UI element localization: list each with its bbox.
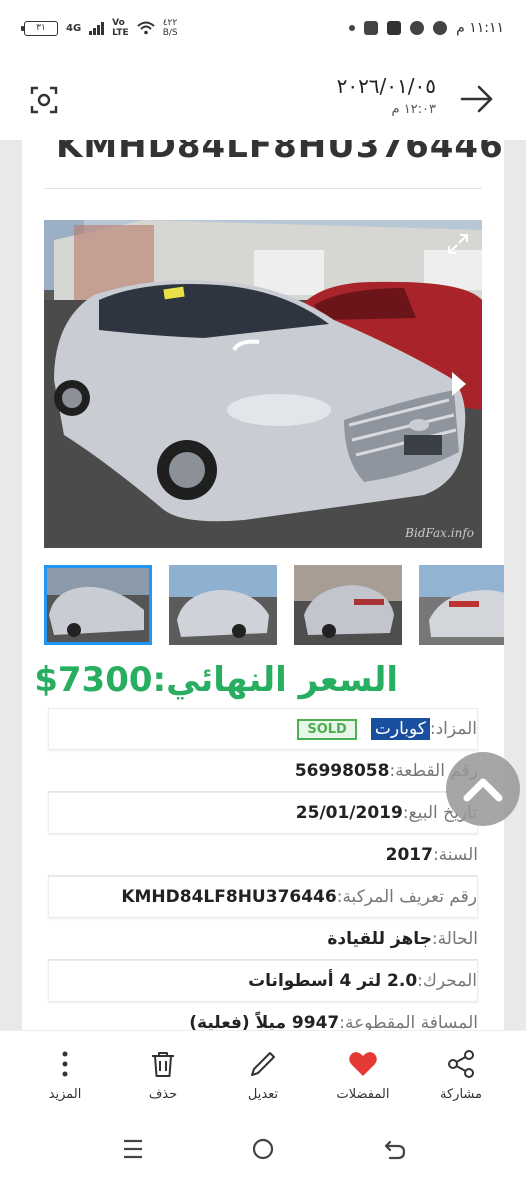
main-car-photo[interactable]: BidFax.info <box>44 220 482 548</box>
notification-dot-icon <box>349 25 356 31</box>
row-value: 56998058 <box>294 760 390 781</box>
lens-scan-icon[interactable] <box>30 86 58 114</box>
more-button[interactable]: المزيد <box>20 1049 110 1102</box>
battery-level: ٣١ <box>36 23 46 33</box>
thumbnail-2[interactable] <box>169 565 277 645</box>
chevron-up-icon <box>463 778 503 802</box>
scroll-to-top-button[interactable] <box>446 752 520 826</box>
row-lot-number: رقم القطعة: 56998058 <box>48 750 478 792</box>
date-text: ٢٠٢٦/٠١/٠٥ <box>336 74 436 98</box>
volte-top: Vo <box>112 18 125 28</box>
share-icon <box>448 1050 474 1078</box>
row-value: 2.0 لتر 4 أسطوانات <box>248 971 418 991</box>
row-year: السنة: 2017 <box>48 834 478 876</box>
pencil-icon <box>251 1052 275 1076</box>
more-vertical-icon <box>62 1051 68 1077</box>
final-price-value: $7300 <box>34 660 153 700</box>
trash-icon <box>152 1052 174 1077</box>
app-bar: ٢٠٢٦/٠١/٠٥ ١٢:٠٣ م <box>0 60 526 140</box>
clock: ١١:١١ م <box>456 20 504 36</box>
details-list: المزاد: كوبارت SOLD رقم القطعة: 56998058… <box>48 708 478 1030</box>
row-value: جاهز للقيادة <box>327 928 432 949</box>
speed-value: ٤٢٢ <box>162 18 178 28</box>
listing-card: KMHD84LF8HU376446 BidFax.info السعر النه… <box>22 140 504 1030</box>
row-label: السنة: <box>432 844 478 865</box>
row-label: المسافة المقطوعة: <box>339 1012 478 1031</box>
time-text: ١٢:٠٣ م <box>391 102 437 117</box>
row-engine: المحرك: 2.0 لتر 4 أسطوانات <box>48 960 478 1002</box>
row-label: رقم تعريف المركبة: <box>336 887 477 907</box>
sim-icon <box>364 21 379 35</box>
row-value: KMHD84LF8HU376446 <box>121 887 337 907</box>
row-label: المزاد: <box>429 719 477 739</box>
photo-watermark: BidFax.info <box>405 526 474 540</box>
final-price-label: السعر النهائي: <box>152 660 398 700</box>
row-sale-date: تاريخ البيع: 25/01/2019 <box>48 792 478 834</box>
row-vin: رقم تعريف المركبة: KMHD84LF8HU376446 <box>48 876 478 918</box>
volte-indicator: Vo LTE <box>112 18 129 38</box>
photo-thumbnails <box>44 565 504 645</box>
expand-icon[interactable] <box>446 232 470 256</box>
car-photo-illustration <box>44 220 482 548</box>
network-type: 4G <box>66 22 82 34</box>
status-left: ٣١ 4G Vo LTE ٤٢٢ B/S <box>21 18 178 38</box>
delete-button[interactable]: حذف <box>118 1049 208 1102</box>
sold-badge: SOLD <box>297 718 357 740</box>
volte-bottom: LTE <box>112 28 129 38</box>
signal-icon <box>89 21 105 35</box>
share-label: مشاركة <box>440 1087 482 1102</box>
divider <box>44 188 482 189</box>
favorites-button[interactable]: المفضلات <box>318 1049 408 1102</box>
whatsapp-icon <box>433 21 448 35</box>
wifi-icon <box>137 21 155 35</box>
screenshot-content: KMHD84LF8HU376446 BidFax.info السعر النه… <box>0 140 526 1030</box>
battery-icon: ٣١ <box>21 20 58 36</box>
heart-icon <box>349 1052 377 1076</box>
thumbnail-4[interactable] <box>419 565 504 645</box>
tiktok-icon <box>387 21 402 35</box>
vin-heading: KMHD84LF8HU376446 <box>56 140 504 166</box>
data-speed: ٤٢٢ B/S <box>163 18 178 38</box>
back-arrow-icon[interactable] <box>460 82 494 116</box>
favorites-label: المفضلات <box>336 1087 390 1102</box>
recent-apps-icon[interactable] <box>120 1136 146 1162</box>
status-bar: ٣١ 4G Vo LTE ٤٢٢ B/S ١١:١١ م <box>0 0 526 60</box>
row-value: 9947 ميلاً (فعلية) <box>189 1012 340 1031</box>
thumbnail-3[interactable] <box>294 565 402 645</box>
auction-copart: كوبارت <box>370 718 430 740</box>
row-label: المحرك: <box>417 971 477 991</box>
back-icon[interactable] <box>382 1136 408 1162</box>
edit-button[interactable]: تعديل <box>218 1049 308 1102</box>
delete-label: حذف <box>148 1087 178 1102</box>
row-value: 2017 <box>385 844 433 865</box>
row-value: 25/01/2019 <box>295 803 403 823</box>
facebook-icon <box>410 21 425 35</box>
row-label: الحالة: <box>431 928 478 949</box>
row-mileage: المسافة المقطوعة: 9947 ميلاً (فعلية) <box>48 1002 478 1031</box>
final-price: السعر النهائي:$7300 <box>34 660 398 700</box>
more-label: المزيد <box>48 1087 82 1102</box>
share-button[interactable]: مشاركة <box>416 1049 506 1102</box>
system-nav-bar <box>0 1120 526 1178</box>
next-photo-icon[interactable] <box>450 370 468 398</box>
thumbnail-1[interactable] <box>44 565 152 645</box>
row-condition: الحالة: جاهز للقيادة <box>48 918 478 960</box>
speed-unit: B/S <box>162 28 178 38</box>
row-auction: المزاد: كوبارت SOLD <box>48 708 478 750</box>
action-bar: مشاركة المفضلات تعديل حذف المزيد <box>0 1030 526 1120</box>
status-right: ١١:١١ م <box>349 20 504 36</box>
home-icon[interactable] <box>250 1136 276 1162</box>
edit-label: تعديل <box>247 1087 279 1102</box>
screenshot-date: ٢٠٢٦/٠١/٠٥ ١٢:٠٣ م <box>337 74 436 117</box>
